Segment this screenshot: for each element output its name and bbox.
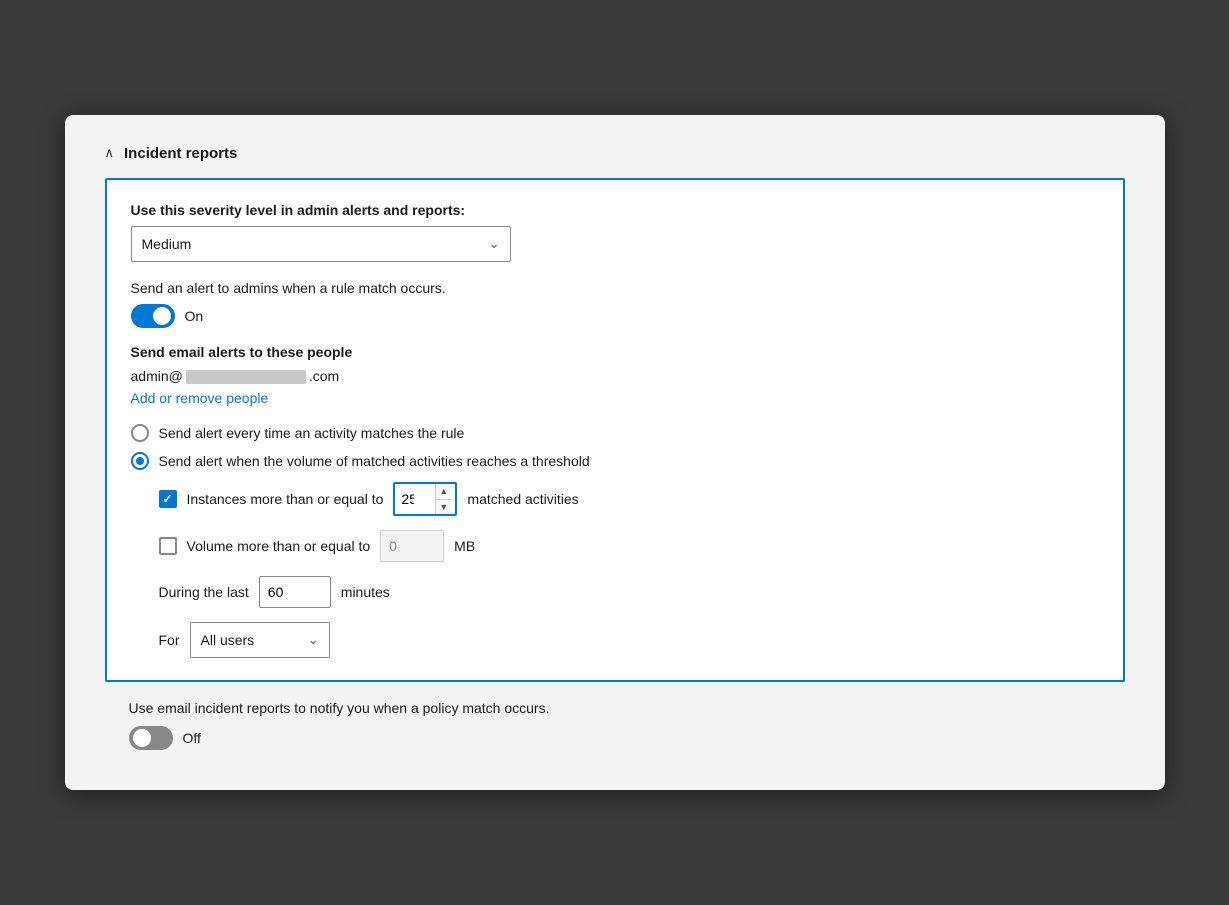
for-row: For All users ⌄ All users Specific users — [159, 622, 1099, 658]
matched-label: matched activities — [467, 491, 578, 507]
instances-spin: ▲ ▼ — [435, 484, 451, 514]
instances-input[interactable] — [395, 484, 435, 514]
section-header: ∧ Incident reports — [105, 145, 1125, 162]
radio-option2-inner — [136, 457, 144, 465]
incident-reports-box: Use this severity level in admin alerts … — [105, 178, 1125, 682]
checkmark-icon: ✓ — [162, 493, 172, 505]
alert-admin-label: Send an alert to admins when a rule matc… — [131, 280, 1099, 296]
instances-label: Instances more than or equal to — [187, 491, 384, 507]
radio-option1-label: Send alert every time an activity matche… — [159, 425, 465, 441]
bottom-toggle-row: Off — [129, 726, 1101, 750]
email-suffix: .com — [309, 368, 339, 384]
email-prefix: admin@ — [131, 368, 183, 384]
instances-spin-up[interactable]: ▲ — [436, 484, 451, 499]
outer-card: ∧ Incident reports Use this severity lev… — [65, 115, 1165, 790]
alert-admin-section: Send an alert to admins when a rule matc… — [131, 280, 1099, 328]
instances-row: ✓ Instances more than or equal to ▲ ▼ ma… — [159, 482, 1099, 516]
volume-unit: MB — [454, 538, 475, 554]
radio-option2-row[interactable]: Send alert when the volume of matched ac… — [131, 452, 1099, 470]
threshold-options: ✓ Instances more than or equal to ▲ ▼ ma… — [159, 482, 1099, 658]
alert-admin-toggle-label: On — [185, 308, 204, 324]
volume-label: Volume more than or equal to — [187, 538, 371, 554]
chevron-up-icon: ∧ — [105, 145, 115, 161]
volume-input[interactable] — [389, 538, 435, 554]
radio-option1[interactable] — [131, 424, 149, 442]
radio-option2[interactable] — [131, 452, 149, 470]
email-alerts-section: Send email alerts to these people admin@… — [131, 344, 1099, 406]
alert-admin-toggle[interactable] — [131, 304, 175, 328]
bottom-toggle-label: Off — [183, 730, 201, 746]
alert-admin-toggle-row: On — [131, 304, 1099, 328]
bottom-toggle[interactable] — [129, 726, 173, 750]
during-label: During the last — [159, 584, 249, 600]
minutes-input[interactable] — [268, 584, 322, 600]
severity-label: Use this severity level in admin alerts … — [131, 202, 1099, 218]
volume-row: Volume more than or equal to MB — [159, 530, 1099, 562]
section-title: Incident reports — [124, 145, 237, 162]
add-remove-people-link[interactable]: Add or remove people — [131, 390, 269, 406]
instances-spin-down[interactable]: ▼ — [436, 500, 451, 515]
for-select-box[interactable]: All users ⌄ All users Specific users — [190, 622, 330, 658]
bottom-label: Use email incident reports to notify you… — [129, 700, 1101, 716]
volume-input-box[interactable] — [380, 530, 444, 562]
severity-select-box[interactable]: Medium ⌄ Low Medium High — [131, 226, 511, 262]
email-redacted — [186, 370, 306, 384]
minutes-input-box[interactable] — [259, 576, 331, 608]
for-label: For — [159, 632, 180, 648]
toggle-knob — [153, 307, 171, 325]
instances-input-box[interactable]: ▲ ▼ — [393, 482, 457, 516]
bottom-section: Use email incident reports to notify you… — [105, 682, 1125, 760]
volume-checkbox[interactable] — [159, 537, 177, 555]
minutes-unit: minutes — [341, 584, 390, 600]
email-alerts-label: Send email alerts to these people — [131, 344, 1099, 360]
bottom-toggle-knob — [133, 729, 151, 747]
instances-checkbox[interactable]: ✓ — [159, 490, 177, 508]
radio-option2-label: Send alert when the volume of matched ac… — [159, 453, 590, 469]
severity-section: Use this severity level in admin alerts … — [131, 202, 1099, 262]
radio-option1-row[interactable]: Send alert every time an activity matche… — [131, 424, 1099, 442]
during-row: During the last minutes — [159, 576, 1099, 608]
email-value-row: admin@ .com — [131, 368, 1099, 384]
